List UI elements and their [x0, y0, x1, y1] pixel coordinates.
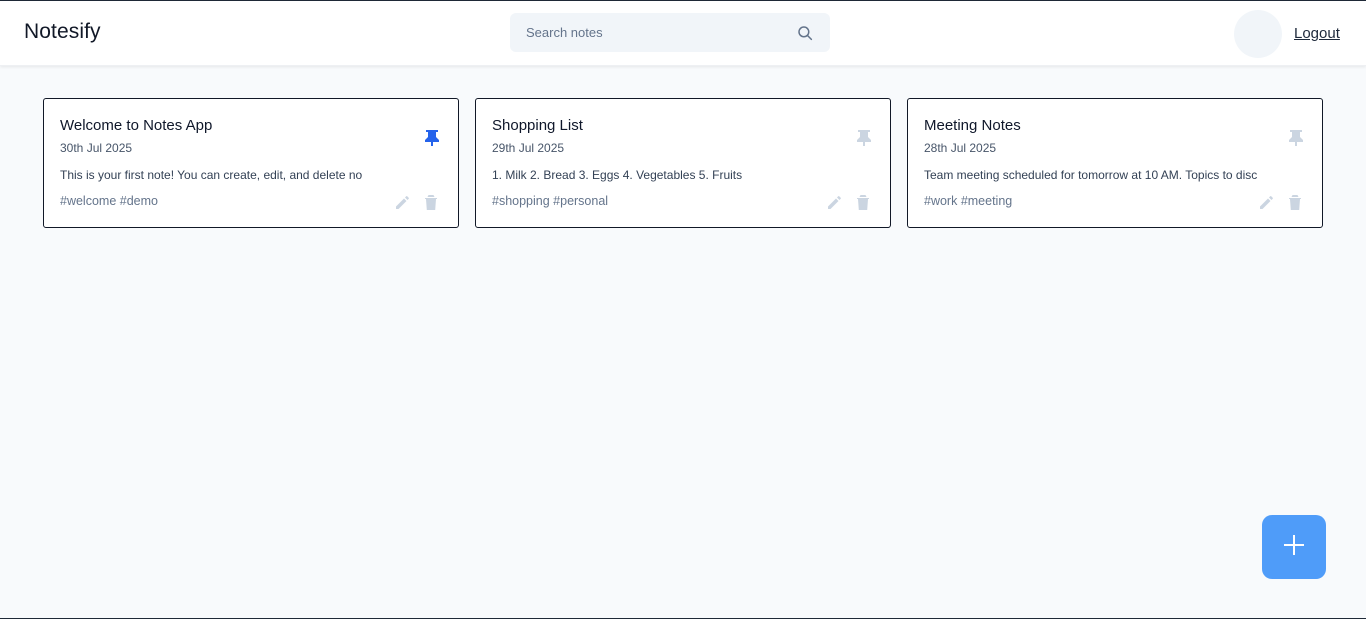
note-content: This is your first note! You can create,… [60, 168, 363, 182]
delete-icon[interactable] [422, 193, 440, 211]
note-date: 30th Jul 2025 [60, 141, 133, 155]
note-tags: #work #meeting [924, 194, 1013, 208]
note-content: Team meeting scheduled for tomorrow at 1… [924, 168, 1258, 182]
note-card[interactable]: Welcome to Notes App 30th Jul 2025 This … [43, 98, 459, 228]
note-card[interactable]: Shopping List 29th Jul 2025 1. Milk 2. B… [475, 98, 891, 228]
note-date: 28th Jul 2025 [924, 141, 997, 155]
note-card[interactable]: Meeting Notes 28th Jul 2025 Team meeting… [907, 98, 1323, 228]
plus-icon [1283, 534, 1305, 561]
notes-grid: Welcome to Notes App 30th Jul 2025 This … [43, 98, 1323, 228]
delete-icon[interactable] [854, 193, 872, 211]
pin-icon[interactable] [1288, 128, 1304, 146]
note-tags: #shopping #personal [492, 194, 609, 208]
pin-icon[interactable] [424, 128, 440, 146]
logout-link[interactable]: Logout [1294, 25, 1340, 42]
edit-icon[interactable] [826, 193, 844, 211]
user-avatar[interactable] [1234, 10, 1282, 58]
pin-icon[interactable] [856, 128, 872, 146]
note-tags: #welcome #demo [60, 194, 158, 208]
app-brand[interactable]: Notesify [24, 20, 101, 44]
search-input[interactable] [510, 13, 790, 52]
search-icon[interactable] [794, 22, 816, 44]
top-navbar: Notesify Logout [0, 1, 1366, 66]
note-content: 1. Milk 2. Bread 3. Eggs 4. Vegetables 5… [492, 168, 743, 182]
note-title: Meeting Notes [924, 117, 1021, 134]
edit-icon[interactable] [394, 193, 412, 211]
note-date: 29th Jul 2025 [492, 141, 565, 155]
delete-icon[interactable] [1286, 193, 1304, 211]
edit-icon[interactable] [1258, 193, 1276, 211]
add-note-button[interactable] [1262, 515, 1326, 579]
note-title: Welcome to Notes App [60, 117, 213, 134]
note-title: Shopping List [492, 117, 583, 134]
search-bar [510, 13, 830, 52]
